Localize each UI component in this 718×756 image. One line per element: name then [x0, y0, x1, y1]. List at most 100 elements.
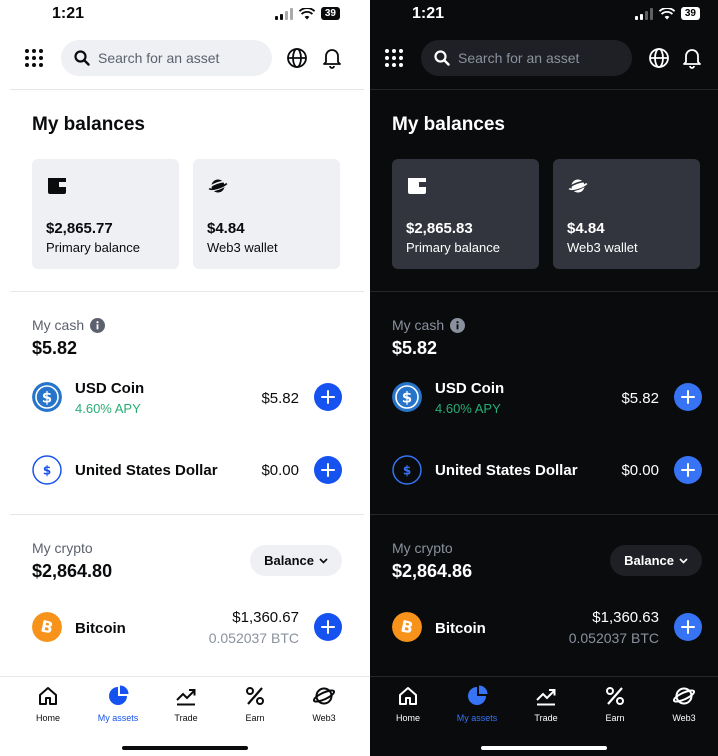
svg-text:$: $ [43, 464, 51, 478]
pie-chart-icon [468, 685, 488, 705]
asset-name: United States Dollar [435, 462, 578, 479]
info-icon[interactable] [90, 317, 106, 333]
percent-icon [246, 687, 264, 705]
signal-icon [274, 7, 293, 20]
tab-web3[interactable]: Web3 [294, 685, 354, 723]
info-icon[interactable] [450, 317, 466, 333]
asset-name: Bitcoin [435, 620, 486, 637]
home-icon [399, 687, 417, 705]
svg-text:$: $ [402, 389, 412, 407]
add-bitcoin-button[interactable] [314, 613, 342, 641]
list-item-usd-coin[interactable]: $ USD Coin 4.60% APY $5.82 [370, 374, 718, 424]
status-bar: 1:21 39 [370, 0, 718, 30]
web3-wallet-card[interactable]: $4.84 Web3 wallet [193, 159, 340, 269]
asset-value: $0.00 [261, 462, 299, 479]
tab-trade[interactable]: Trade [156, 685, 216, 723]
plus-icon [321, 390, 335, 404]
add-usd-button[interactable] [674, 456, 702, 484]
section-divider [370, 291, 718, 292]
top-bar: Search for an asset [0, 38, 370, 78]
bitcoin-icon: B [392, 612, 422, 642]
asset-amount: 0.052037 BTC [568, 630, 659, 646]
search-icon [74, 50, 90, 66]
tab-my-assets[interactable]: My assets [447, 685, 507, 723]
app-grid-icon[interactable] [385, 49, 403, 67]
balance-sort-button[interactable]: Balance [250, 545, 342, 576]
bitcoin-icon: B [32, 612, 62, 642]
wifi-icon [298, 7, 315, 19]
tab-earn[interactable]: Earn [585, 685, 645, 723]
add-bitcoin-button[interactable] [674, 613, 702, 641]
primary-balance-card[interactable]: $2,865.77 Primary balance [32, 159, 179, 269]
balance-sort-button[interactable]: Balance [610, 545, 702, 576]
globe-icon[interactable] [286, 47, 308, 69]
tab-home[interactable]: Home [378, 685, 438, 723]
search-input[interactable]: Search for an asset [61, 40, 272, 76]
header-divider [370, 89, 718, 90]
asset-value: $1,360.63 [592, 609, 659, 626]
tab-bar: Home My assets Trade Earn Web3 [0, 676, 370, 756]
balances-title: My balances [32, 114, 145, 135]
list-item-usd[interactable]: $ United States Dollar $0.00 [370, 446, 718, 496]
chevron-down-icon [319, 557, 328, 564]
app-grid-icon[interactable] [25, 49, 43, 67]
wallet-icon [408, 178, 426, 194]
planet-icon [568, 179, 588, 193]
cash-total: $5.82 [32, 338, 78, 358]
web3-icon [313, 687, 335, 705]
chevron-down-icon [679, 557, 688, 564]
add-usd-button[interactable] [314, 456, 342, 484]
tab-home[interactable]: Home [18, 685, 78, 723]
cash-label: My cash [32, 317, 106, 333]
add-usdc-button[interactable] [314, 383, 342, 411]
list-item-usd-coin[interactable]: $ USD Coin 4.60% APY $5.82 [0, 374, 370, 424]
web3-wallet-label: Web3 wallet [567, 240, 638, 255]
status-time: 1:21 [52, 5, 85, 22]
trend-icon [536, 689, 556, 706]
section-divider [10, 514, 364, 515]
percent-icon [606, 687, 624, 705]
tab-web3[interactable]: Web3 [654, 685, 714, 723]
primary-balance-card[interactable]: $2,865.83 Primary balance [392, 159, 539, 269]
list-item-bitcoin[interactable]: B Bitcoin $1,360.63 0.052037 BTC [370, 602, 718, 652]
wifi-icon [658, 7, 675, 19]
top-bar: Search for an asset [370, 38, 718, 78]
search-placeholder: Search for an asset [458, 50, 580, 66]
asset-name: Bitcoin [75, 620, 126, 637]
web3-wallet-amount: $4.84 [567, 220, 605, 237]
signal-icon [634, 7, 653, 20]
plus-icon [681, 463, 695, 477]
crypto-total: $2,864.80 [32, 561, 113, 581]
section-divider [370, 514, 718, 515]
plus-icon [321, 620, 335, 634]
asset-value: $5.82 [261, 390, 299, 407]
primary-balance-label: Primary balance [406, 240, 500, 255]
section-divider [10, 291, 364, 292]
asset-value: $0.00 [621, 462, 659, 479]
asset-name: USD Coin [435, 380, 505, 397]
bell-icon[interactable] [682, 47, 702, 69]
web3-wallet-card[interactable]: $4.84 Web3 wallet [553, 159, 700, 269]
add-usdc-button[interactable] [674, 383, 702, 411]
home-indicator [481, 746, 607, 750]
battery-icon: 39 [320, 7, 340, 20]
dark-mode-screen: 1:21 39 Search for an asset My balances … [370, 0, 718, 756]
asset-apy: 4.60% APY [75, 401, 141, 416]
usd-icon: $ [392, 455, 422, 485]
asset-value: $1,360.67 [232, 609, 299, 626]
asset-value: $5.82 [621, 390, 659, 407]
search-input[interactable]: Search for an asset [421, 40, 632, 76]
status-bar: 1:21 39 [0, 0, 370, 30]
primary-balance-label: Primary balance [46, 240, 140, 255]
crypto-total: $2,864.86 [392, 561, 473, 581]
asset-amount: 0.052037 BTC [208, 630, 299, 646]
globe-icon[interactable] [648, 47, 670, 69]
list-item-usd[interactable]: $ United States Dollar $0.00 [0, 446, 370, 496]
tab-earn[interactable]: Earn [225, 685, 285, 723]
tab-my-assets[interactable]: My assets [88, 685, 148, 723]
wallet-icon [48, 178, 66, 194]
list-item-bitcoin[interactable]: B Bitcoin $1,360.67 0.052037 BTC [0, 602, 370, 652]
search-placeholder: Search for an asset [98, 50, 220, 66]
tab-trade[interactable]: Trade [516, 685, 576, 723]
bell-icon[interactable] [322, 47, 342, 69]
